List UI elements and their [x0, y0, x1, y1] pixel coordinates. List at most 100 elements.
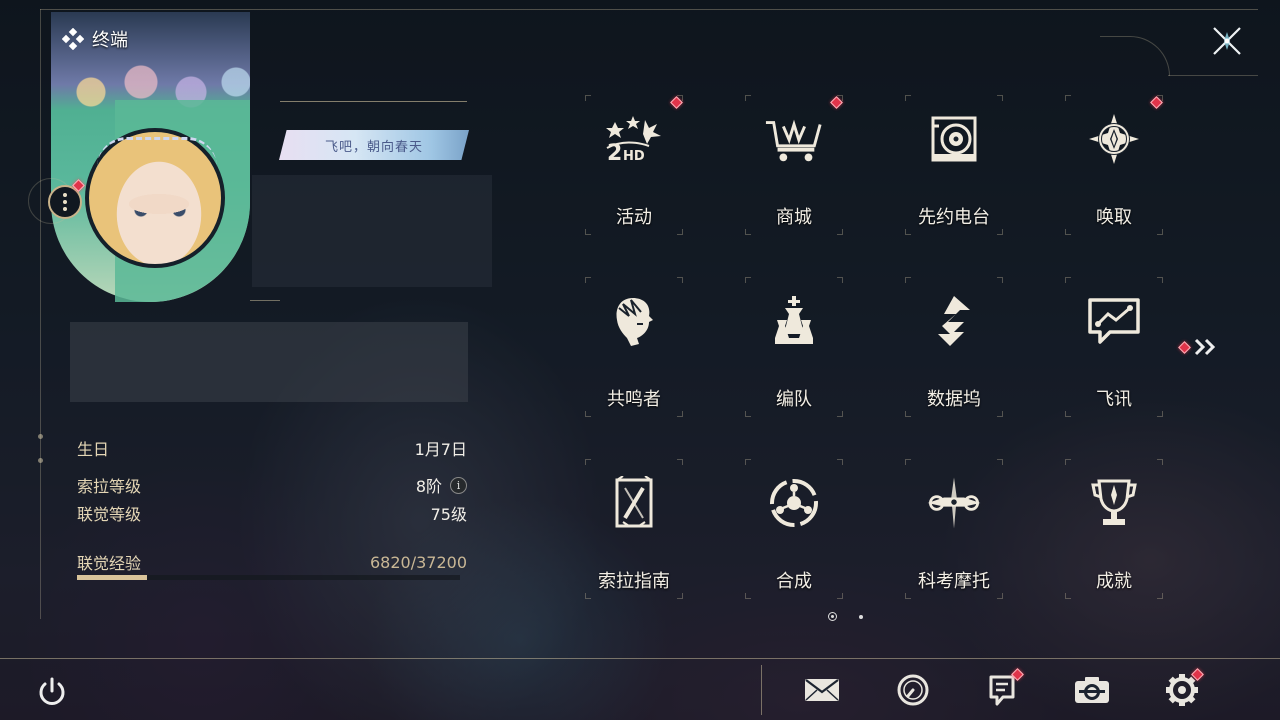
- corner-tick: [745, 95, 751, 101]
- power-icon: [39, 677, 65, 705]
- menu-item-chat-bubble[interactable]: 飞讯: [1065, 277, 1163, 417]
- menu-item-resonator-head[interactable]: 共鸣者: [585, 277, 683, 417]
- corner-tick: [585, 277, 591, 283]
- radio-icon: [924, 109, 984, 169]
- camera-icon: [1075, 677, 1109, 703]
- panel-title-text: 终端: [92, 30, 128, 51]
- menu-item-radio[interactable]: 先约电台: [905, 95, 1003, 235]
- menu-item-label: 索拉指南: [598, 571, 670, 592]
- corner-tick: [997, 229, 1003, 235]
- corner-tick: [997, 411, 1003, 417]
- menu-item-label: 商城: [776, 207, 812, 228]
- menu-item-shop-cart[interactable]: 商城: [745, 95, 843, 235]
- motorcycle-icon: [924, 473, 984, 533]
- corner-tick: [997, 277, 1003, 283]
- corner-tick: [677, 593, 683, 599]
- exp-progress-fill: [77, 575, 148, 580]
- stat-value: 1月7日: [414, 440, 467, 459]
- corner-tick: [905, 229, 911, 235]
- signature-banner[interactable]: 飞吧，朝向春天: [279, 130, 469, 160]
- corner-tick: [585, 229, 591, 235]
- events-clock-button[interactable]: [893, 670, 933, 710]
- menu-item-label: 编队: [776, 389, 812, 410]
- corner-tick: [745, 459, 751, 465]
- avatar-crown: [97, 137, 217, 167]
- corner-tick: [1065, 229, 1071, 235]
- menu-item-label: 共鸣者: [607, 389, 661, 410]
- menu-item-label: 活动: [616, 207, 652, 228]
- clock-icon: [897, 674, 929, 706]
- corner-tick: [1157, 277, 1163, 283]
- uid-panel: [70, 322, 468, 402]
- close-button[interactable]: [1206, 20, 1248, 62]
- corner-tick: [1157, 593, 1163, 599]
- divider: [250, 300, 280, 301]
- info-icon[interactable]: i: [450, 476, 467, 494]
- corner-tick: [997, 459, 1003, 465]
- exp-label: 联觉经验: [77, 554, 142, 573]
- settings-button[interactable]: [1162, 668, 1204, 710]
- trophy-icon: [1084, 473, 1144, 533]
- stat-birthday: 生日 1月7日: [77, 436, 467, 460]
- resonator-head-icon: [604, 291, 664, 351]
- stat-sol-rank: 索拉等级 8阶 i: [77, 473, 467, 497]
- stat-label: 生日: [77, 440, 110, 459]
- name-panel: [252, 175, 492, 287]
- corner-tick: [677, 411, 683, 417]
- stat-value-wrap: 8阶 i: [416, 473, 467, 497]
- corner-tick: [585, 95, 591, 101]
- photo-mode-button[interactable]: [1072, 670, 1112, 710]
- synthesis-icon: [764, 473, 824, 533]
- exp-value: 6820/37200: [369, 552, 467, 572]
- menu-item-convene-compass[interactable]: 唤取: [1065, 95, 1163, 235]
- corner-tick: [1065, 411, 1071, 417]
- mail-button[interactable]: [802, 670, 842, 710]
- corner-tick: [905, 593, 911, 599]
- frame-marker: [38, 434, 43, 439]
- next-page-button[interactable]: [1178, 338, 1219, 356]
- guidebook-icon: [604, 473, 664, 533]
- team-chess-icon: [764, 291, 824, 351]
- corner-tick: [905, 277, 911, 283]
- corner-tick: [1157, 229, 1163, 235]
- corner-tick: [837, 229, 843, 235]
- frame-marker: [38, 458, 43, 463]
- corner-tick: [1157, 459, 1163, 465]
- corner-tick: [1065, 593, 1071, 599]
- menu-item-label: 成就: [1096, 571, 1132, 592]
- menu-item-label: 数据坞: [927, 389, 981, 410]
- close-icon: [1213, 27, 1241, 55]
- corner-tick: [585, 459, 591, 465]
- corner-tick: [745, 593, 751, 599]
- menu-item-data-bank[interactable]: 数据坞: [905, 277, 1003, 417]
- page-dot[interactable]: [859, 614, 863, 619]
- corner-tick: [837, 277, 843, 283]
- stat-union-level: 联觉等级 75级: [77, 501, 467, 525]
- notice-button[interactable]: [982, 668, 1024, 710]
- exit-game-button[interactable]: [33, 673, 71, 711]
- stat-value: 75级: [430, 505, 467, 524]
- data-bank-icon: [924, 291, 984, 351]
- corner-tick: [677, 277, 683, 283]
- corner-tick: [837, 411, 843, 417]
- menu-item-activity-2hd[interactable]: 2 HD 活动: [585, 95, 683, 235]
- double-chevron-right-icon: [1194, 338, 1216, 356]
- more-dots-icon: [63, 193, 67, 211]
- corner-tick: [905, 411, 911, 417]
- frame-line-left: [40, 9, 41, 619]
- terminal-diamond-icon: [62, 28, 84, 50]
- menu-item-motorcycle[interactable]: 科考摩托: [905, 459, 1003, 599]
- page-dot[interactable]: [828, 612, 837, 621]
- menu-item-trophy[interactable]: 成就: [1065, 459, 1163, 599]
- corner-tick: [905, 459, 911, 465]
- menu-item-guidebook[interactable]: 索拉指南: [585, 459, 683, 599]
- corner-tick: [997, 593, 1003, 599]
- menu-item-team-chess[interactable]: 编队: [745, 277, 843, 417]
- mail-icon: [805, 679, 839, 701]
- corner-tick: [1157, 411, 1163, 417]
- shop-cart-icon: [764, 109, 824, 169]
- chat-bubble-icon: [1084, 291, 1144, 351]
- corner-tick: [997, 95, 1003, 101]
- menu-item-synthesis[interactable]: 合成: [745, 459, 843, 599]
- frame-line-top: [40, 9, 1258, 10]
